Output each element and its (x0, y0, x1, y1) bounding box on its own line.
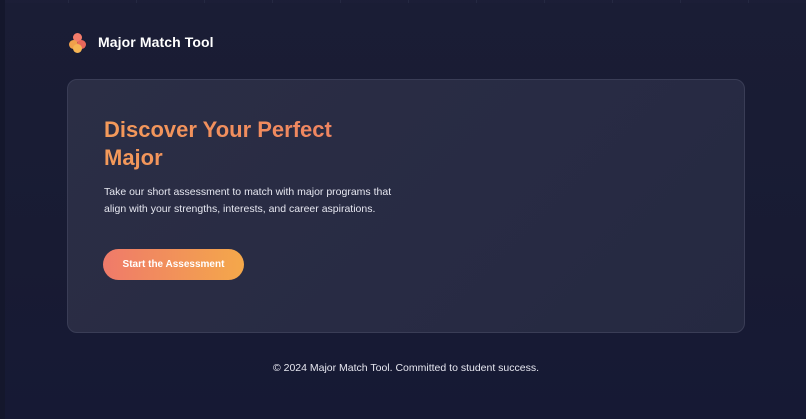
window-top-edge (0, 0, 806, 3)
dots-logo-icon (68, 32, 88, 53)
site-header: Major Match Tool (68, 31, 214, 53)
window-left-edge (0, 0, 5, 419)
footer-text: © 2024 Major Match Tool. Committed to st… (272, 362, 540, 374)
start-assessment-button[interactable]: Start the Assessment (103, 249, 244, 280)
hero-card: Discover Your Perfect Major Take our sho… (67, 79, 745, 333)
hero-description: Take our short assessment to match with … (104, 186, 392, 215)
brand-name[interactable]: Major Match Tool (98, 34, 214, 50)
hero-title: Discover Your Perfect Major (104, 116, 394, 172)
